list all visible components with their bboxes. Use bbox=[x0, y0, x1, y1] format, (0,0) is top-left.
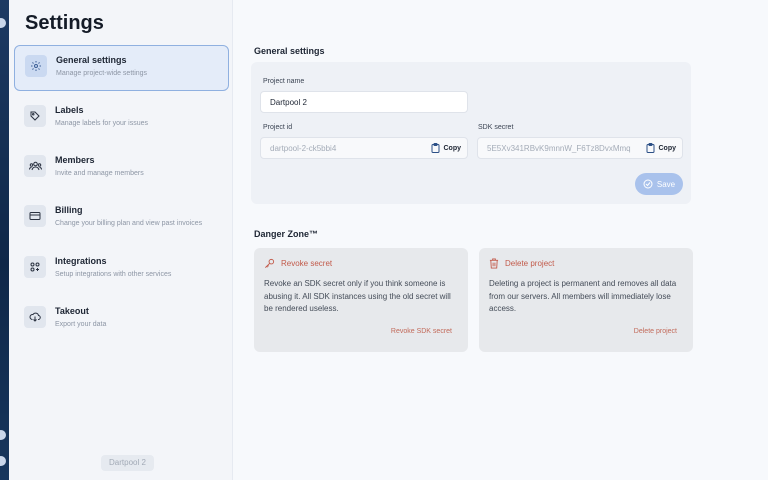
project-name-label: Project name bbox=[263, 78, 305, 85]
delete-project-card: Delete project Deleting a project is per… bbox=[479, 248, 693, 352]
page-title: Settings bbox=[25, 12, 104, 34]
delete-project-button[interactable]: Delete project bbox=[634, 328, 677, 335]
sidebar-item-label: Members bbox=[55, 155, 95, 165]
sidebar-item-label: Integrations bbox=[55, 256, 107, 266]
project-name-input[interactable]: Dartpool 2 bbox=[260, 91, 468, 113]
sidebar-item-billing[interactable]: Billing Change your billing plan and vie… bbox=[14, 196, 229, 242]
sidebar-item-description: Invite and manage members bbox=[55, 170, 144, 177]
app-rail bbox=[0, 0, 9, 480]
sidebar-item-takeout[interactable]: Takeout Export your data bbox=[14, 297, 229, 343]
project-id-value: dartpool-2-ck5bbi4 bbox=[270, 144, 337, 153]
sidebar-item-label: Takeout bbox=[55, 306, 89, 316]
revoke-secret-description: Revoke an SDK secret only if you think s… bbox=[264, 279, 451, 313]
workspace-chip[interactable]: Dartpool 2 bbox=[101, 455, 154, 471]
trash-icon bbox=[489, 258, 499, 269]
delete-project-description: Deleting a project is permanent and remo… bbox=[489, 279, 677, 313]
save-button[interactable]: Save bbox=[635, 173, 683, 195]
rail-button[interactable] bbox=[0, 18, 6, 28]
key-icon bbox=[265, 258, 275, 268]
project-name-value: Dartpool 2 bbox=[270, 98, 307, 107]
project-id-label: Project id bbox=[263, 124, 293, 131]
general-settings-card bbox=[251, 62, 691, 204]
project-id-input[interactable]: dartpool-2-ck5bbi4 Copy bbox=[260, 137, 468, 159]
sidebar-item-label: General settings bbox=[56, 55, 127, 65]
sdk-secret-value: 5E5Xv341RBvK9mnnW_F6Tz8DvxMmq bbox=[487, 144, 631, 153]
sidebar-item-description: Manage project-wide settings bbox=[56, 70, 148, 77]
sidebar-item-general-settings[interactable]: General settings Manage project-wide set… bbox=[14, 45, 229, 91]
sidebar-item-label: Labels bbox=[55, 105, 84, 115]
check-circle-icon bbox=[643, 179, 653, 189]
integrations-icon bbox=[24, 256, 46, 278]
sidebar-item-description: Export your data bbox=[55, 321, 107, 328]
takeout-icon bbox=[24, 306, 46, 328]
settings-sidebar: Settings General settings Manage project… bbox=[9, 0, 233, 480]
copy-sdk-secret-button[interactable]: Copy bbox=[646, 143, 677, 153]
sidebar-item-description: Manage labels for your issues bbox=[55, 120, 148, 127]
sidebar-item-description: Setup integrations with other services bbox=[55, 271, 172, 278]
sdk-secret-label: SDK secret bbox=[478, 124, 514, 131]
revoke-secret-header: Revoke secret bbox=[264, 258, 332, 269]
sidebar-item-labels[interactable]: Labels Manage labels for your issues bbox=[14, 96, 229, 142]
members-icon bbox=[24, 155, 46, 177]
delete-project-title: Delete project bbox=[505, 259, 555, 268]
label-icon bbox=[24, 105, 46, 127]
copy-project-id-button[interactable]: Copy bbox=[431, 143, 462, 153]
section-title-danger-zone: Danger Zone™ bbox=[254, 229, 319, 239]
rail-button[interactable] bbox=[0, 456, 6, 466]
revoke-sdk-secret-button[interactable]: Revoke SDK secret bbox=[391, 328, 452, 335]
copy-label: Copy bbox=[443, 144, 462, 152]
sidebar-item-label: Billing bbox=[55, 205, 83, 215]
clipboard-icon bbox=[646, 143, 654, 153]
sidebar-item-integrations[interactable]: Integrations Setup integrations with oth… bbox=[14, 247, 229, 293]
revoke-secret-card: Revoke secret Revoke an SDK secret only … bbox=[254, 248, 468, 352]
credit-card-icon bbox=[24, 205, 46, 227]
gear-icon bbox=[25, 55, 47, 77]
save-label: Save bbox=[656, 179, 676, 189]
section-title-general: General settings bbox=[254, 46, 325, 56]
rail-button[interactable] bbox=[0, 430, 6, 440]
copy-label: Copy bbox=[658, 144, 677, 152]
clipboard-icon bbox=[431, 143, 439, 153]
main-content: General settings Project name Dartpool 2… bbox=[233, 0, 768, 480]
sidebar-item-description: Change your billing plan and view past i… bbox=[55, 220, 203, 227]
sidebar-item-members[interactable]: Members Invite and manage members bbox=[14, 146, 229, 192]
delete-project-header: Delete project bbox=[489, 258, 554, 269]
revoke-secret-title: Revoke secret bbox=[281, 259, 333, 268]
sdk-secret-input[interactable]: 5E5Xv341RBvK9mnnW_F6Tz8DvxMmq Copy bbox=[477, 137, 683, 159]
